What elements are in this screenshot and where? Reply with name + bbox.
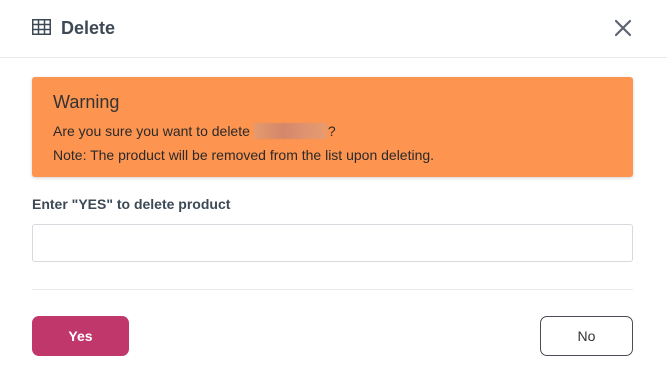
warning-message-suffix: ? — [327, 123, 336, 139]
table-icon — [32, 19, 51, 35]
warning-note: Note: The product will be removed from t… — [53, 147, 435, 163]
close-icon[interactable] — [612, 17, 634, 39]
warning-title: Warning — [53, 92, 120, 112]
warning-message: Are you sure you want to delete? — [53, 122, 336, 140]
delete-dialog: Delete Warning Are you sure you want to … — [0, 0, 667, 380]
warning-message-prefix: Are you sure you want to delete — [53, 123, 250, 139]
redacted-product-name — [253, 123, 327, 139]
yes-button[interactable]: Yes — [32, 316, 129, 356]
no-button[interactable]: No — [540, 316, 633, 356]
confirm-input[interactable] — [32, 224, 633, 262]
dialog-title: Delete — [61, 18, 116, 38]
warning-alert: Warning Are you sure you want to delete?… — [32, 77, 633, 177]
footer-divider — [32, 289, 633, 290]
dialog-header: Delete — [0, 0, 667, 58]
confirm-field-label: Enter "YES" to delete product — [32, 196, 231, 212]
